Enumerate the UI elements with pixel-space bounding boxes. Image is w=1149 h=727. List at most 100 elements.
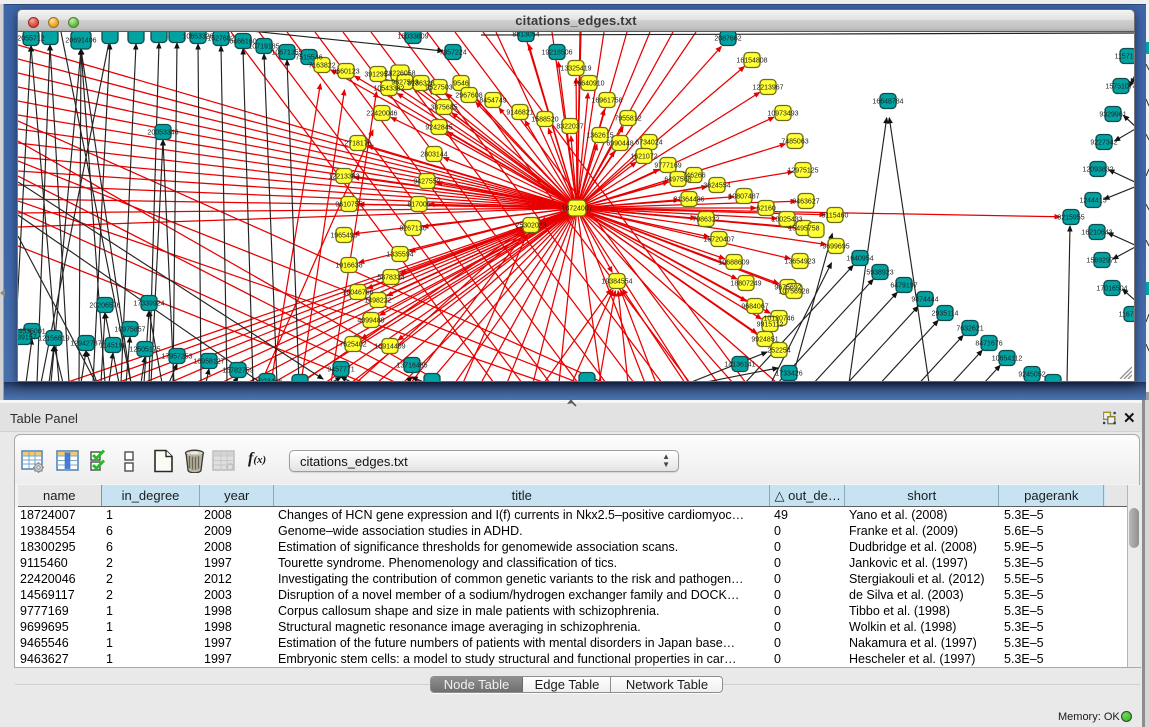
svg-text:9115460: 9115460	[822, 213, 849, 220]
svg-text:7515546: 7515546	[295, 55, 322, 62]
svg-text:10807487: 10807487	[728, 194, 759, 201]
svg-text:20691406: 20691406	[65, 38, 96, 45]
svg-text:9242845: 9242845	[425, 125, 452, 132]
svg-text:9474444: 9474444	[911, 297, 938, 304]
svg-text:19218506: 19218506	[541, 50, 572, 57]
svg-text:7632621: 7632621	[956, 326, 983, 333]
svg-text:1733426: 1733426	[775, 371, 802, 378]
svg-text:17957253: 17957253	[161, 354, 192, 361]
svg-text:7625402: 7625402	[339, 342, 366, 349]
svg-text:9684067: 9684067	[741, 304, 768, 311]
svg-text:9527503: 9527503	[425, 85, 452, 92]
svg-text:12213383: 12213383	[328, 174, 359, 181]
svg-text:1621072: 1621072	[630, 154, 657, 161]
svg-text:3875685: 3875685	[430, 105, 457, 112]
svg-text:10688609: 10688609	[718, 260, 749, 267]
svg-text:16961758: 16961758	[591, 98, 622, 105]
svg-text:5878334: 5878334	[377, 275, 404, 282]
svg-text:1916638: 1916638	[335, 263, 362, 270]
svg-text:8454749: 8454749	[479, 98, 506, 105]
svg-text:9329961: 9329961	[1099, 112, 1126, 119]
svg-text:3624554: 3624554	[703, 183, 730, 190]
svg-text:20053346: 20053346	[147, 130, 178, 137]
svg-text:12213967: 12213967	[752, 85, 783, 92]
svg-text:9146821: 9146821	[506, 110, 533, 117]
svg-text:10975857: 10975857	[114, 327, 145, 334]
svg-text:9245052: 9245052	[1018, 372, 1045, 379]
svg-text:7955812: 7955812	[614, 116, 641, 123]
svg-text:5938923: 5938923	[866, 270, 893, 277]
svg-text:18724007: 18724007	[561, 206, 592, 213]
svg-text:8471676: 8471676	[975, 341, 1002, 348]
svg-text:62160: 62160	[756, 206, 776, 213]
svg-text:1965493: 1965493	[330, 233, 357, 240]
svg-text:7857224: 7857224	[439, 50, 466, 57]
svg-text:9546: 9546	[453, 81, 469, 88]
svg-text:7986322: 7986322	[692, 217, 719, 224]
svg-text:1498222: 1498222	[364, 298, 391, 305]
svg-text:16782759: 16782759	[222, 368, 253, 375]
svg-text:12093832: 12093832	[1082, 167, 1113, 174]
svg-text:8660123: 8660123	[332, 69, 359, 76]
svg-text:15692971: 15692971	[1086, 258, 1117, 265]
svg-text:22420046: 22420046	[366, 111, 397, 118]
svg-text:16210643: 16210643	[1081, 230, 1112, 237]
svg-text:25302023: 25302023	[515, 223, 546, 230]
svg-text:19384554: 19384554	[601, 279, 632, 286]
svg-text:15495758: 15495758	[788, 226, 819, 233]
svg-text:11923446: 11923446	[252, 379, 283, 383]
svg-text:7485063: 7485063	[781, 139, 808, 146]
svg-text:16914409: 16914409	[374, 344, 405, 351]
svg-text:1939157: 1939157	[18, 335, 37, 342]
svg-text:2055712: 2055712	[18, 36, 45, 43]
svg-text:12156819: 12156819	[38, 336, 69, 343]
svg-text:4099489: 4099489	[357, 318, 384, 325]
svg-text:2803144: 2803144	[420, 152, 447, 159]
svg-text:817006: 817006	[407, 202, 430, 209]
svg-text:10958127: 10958127	[193, 359, 224, 366]
svg-text:15720407: 15720407	[703, 237, 734, 244]
svg-text:6497568: 6497568	[664, 177, 691, 184]
svg-text:9699695: 9699695	[822, 244, 849, 251]
svg-text:10025433: 10025433	[771, 217, 802, 224]
svg-text:23226058: 23226058	[384, 71, 415, 78]
svg-text:17339924: 17339924	[133, 301, 164, 308]
svg-text:1640954: 1640954	[846, 256, 873, 263]
svg-text:14136141: 14136141	[724, 362, 755, 369]
svg-text:6990448: 6990448	[606, 141, 633, 148]
svg-text:252254: 252254	[767, 348, 790, 355]
svg-text:10543382: 10543382	[373, 86, 404, 93]
svg-text:9915112: 9915112	[757, 322, 784, 329]
svg-text:8267130: 8267130	[399, 226, 426, 233]
svg-text:9924851: 9924851	[751, 337, 778, 344]
svg-text:2087662: 2087662	[714, 36, 741, 43]
svg-text:16033809: 16033809	[397, 34, 428, 41]
svg-text:10654112: 10654112	[992, 356, 1023, 363]
svg-text:9427552: 9427552	[413, 179, 440, 186]
svg-text:13325419: 13325419	[560, 66, 591, 73]
svg-text:9777169: 9777169	[654, 163, 681, 170]
svg-text:9457771: 9457771	[327, 367, 354, 374]
svg-text:8215955: 8215955	[1057, 215, 1084, 222]
svg-text:6734024: 6734024	[635, 140, 662, 147]
svg-text:10973493: 10973493	[767, 111, 798, 118]
svg-text:2935114: 2935114	[932, 311, 959, 318]
svg-text:9227342: 9227342	[1090, 140, 1117, 147]
svg-text:1335594: 1335594	[386, 252, 413, 259]
svg-text:12505175: 12505175	[129, 347, 160, 354]
svg-text:20206576: 20206576	[89, 303, 120, 310]
svg-text:1244415: 1244415	[1079, 198, 1106, 205]
svg-text:16154808: 16154808	[736, 58, 767, 65]
svg-text:15751074: 15751074	[1105, 84, 1135, 91]
svg-text:16648784: 16648784	[872, 99, 903, 106]
svg-text:9610755: 9610755	[335, 202, 362, 209]
svg-text:18807249: 18807249	[730, 281, 761, 288]
svg-text:10756928: 10756928	[778, 289, 809, 296]
svg-text:6479197: 6479197	[890, 283, 917, 290]
svg-text:12975125: 12975125	[787, 168, 818, 175]
svg-text:1167534: 1167534	[1119, 312, 1135, 319]
svg-text:1145191: 1145191	[100, 343, 127, 350]
svg-text:16640910: 16640910	[573, 81, 604, 88]
svg-text:13716485: 13716485	[396, 363, 427, 370]
svg-text:1157104: 1157104	[1115, 54, 1135, 61]
